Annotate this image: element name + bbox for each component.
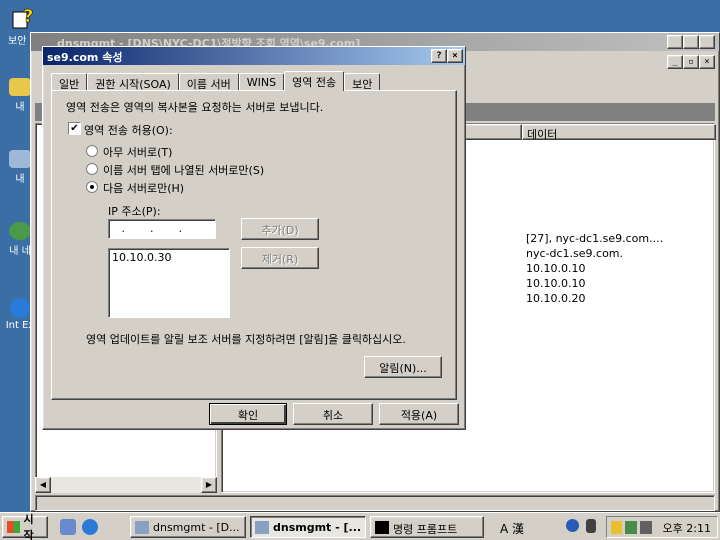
ok-button[interactable]: 확인 <box>209 403 287 425</box>
task-dnsmgmt-2[interactable]: dnsmgmt - [... <box>250 516 366 538</box>
record-data[interactable]: 10.10.0.10 <box>526 262 585 275</box>
tree-horizontal-scrollbar[interactable]: ◀ ▶ <box>35 477 217 493</box>
close-button[interactable]: × <box>699 35 715 49</box>
intro-text: 영역 전송은 영역의 복사본을 요청하는 서버로 보냅니다. <box>66 101 324 114</box>
start-button[interactable]: 시작 <box>2 513 48 540</box>
ie-quicklaunch-icon[interactable] <box>82 519 98 535</box>
zone-properties-dialog: se9.com 속성 ? × 일반 권한 시작(SOA) 이름 서버 WINS … <box>42 46 466 430</box>
notify-instruction-text: 영역 업데이트를 알릴 보조 서버를 지정하려면 [알림]을 클릭하십시오. <box>86 333 406 346</box>
tab-soa[interactable]: 권한 시작(SOA) <box>87 73 179 91</box>
child-close-button[interactable]: × <box>699 55 715 69</box>
scroll-left-button[interactable]: ◀ <box>35 477 51 493</box>
dialog-close-button[interactable]: × <box>447 49 463 63</box>
computer-icon <box>9 150 31 168</box>
allow-transfer-label[interactable]: 영역 전송 허용(O): <box>84 122 173 138</box>
mmc-app-icon <box>135 521 149 534</box>
network-tray-icon[interactable] <box>625 521 637 534</box>
ip-list-item[interactable]: 10.10.0.30 <box>112 251 226 264</box>
system-tray: 오후 2:11 <box>606 516 718 538</box>
radio-name-servers-tab[interactable] <box>86 163 98 175</box>
scroll-right-button[interactable]: ▶ <box>201 477 217 493</box>
network-globe-icon <box>9 222 31 240</box>
language-bar[interactable]: A 漢 <box>500 520 524 537</box>
tab-general[interactable]: 일반 <box>51 73 88 91</box>
remove-button[interactable]: 제거(R) <box>241 247 319 269</box>
ime-options-icon[interactable] <box>586 519 596 533</box>
minimize-button[interactable]: _ <box>667 35 683 49</box>
help-button[interactable]: ? <box>431 49 447 63</box>
command-prompt-icon <box>375 521 389 534</box>
show-desktop-icon[interactable] <box>60 519 76 535</box>
tab-zone-transfers[interactable]: 영역 전송 <box>284 71 345 91</box>
record-data[interactable]: nyc-dc1.se9.com. <box>526 247 623 260</box>
mmc-app-icon <box>255 521 269 534</box>
child-minimize-button[interactable]: _ <box>667 55 683 69</box>
maximize-button[interactable]: □ <box>683 35 699 49</box>
dialog-title: se9.com 속성 <box>47 51 123 64</box>
taskbar: 시작 dnsmgmt - [D... dnsmgmt - [... 명령 프롬프… <box>0 512 720 540</box>
notify-button[interactable]: 알림(N)... <box>364 356 442 378</box>
ip-address-list[interactable]: 10.10.0.30 <box>108 248 230 318</box>
record-data[interactable]: 10.10.0.10 <box>526 277 585 290</box>
cancel-button[interactable]: 취소 <box>293 403 373 425</box>
security-desktop-icon[interactable]: ? 보안 <box>4 2 44 47</box>
radio-any-server-label[interactable]: 아무 서버로(T) <box>103 144 172 160</box>
allow-transfer-checkbox[interactable]: ✔ <box>68 122 81 135</box>
ip-address-label: IP 주소(P): <box>108 205 161 218</box>
child-restore-button[interactable]: ▫ <box>683 55 699 69</box>
radio-following-servers[interactable] <box>86 181 98 193</box>
tab-wins[interactable]: WINS <box>238 73 285 91</box>
clock[interactable]: 오후 2:11 <box>663 520 711 536</box>
column-header-data[interactable]: 데이터 <box>522 124 716 141</box>
tab-name-servers[interactable]: 이름 서버 <box>178 73 239 91</box>
folder-icon <box>9 78 31 96</box>
record-data[interactable]: 10.10.0.20 <box>526 292 585 305</box>
help-file-icon: ? <box>9 2 39 30</box>
ip-address-input[interactable]: . . . <box>108 219 216 239</box>
record-data[interactable]: [27], nyc-dc1.se9.com.... <box>526 232 663 245</box>
apply-button[interactable]: 적용(A) <box>379 403 459 425</box>
windows-logo-icon <box>7 521 21 533</box>
volume-tray-icon[interactable] <box>640 521 652 534</box>
task-command-prompt[interactable]: 명령 프롬프트 <box>370 516 484 538</box>
help-circle-icon[interactable] <box>566 519 579 532</box>
security-shield-tray-icon[interactable] <box>611 521 622 534</box>
radio-any-server[interactable] <box>86 145 98 157</box>
tab-strip: 일반 권한 시작(SOA) 이름 서버 WINS 영역 전송 보안 <box>51 71 381 91</box>
mmc-status-bar <box>35 495 715 511</box>
tab-security[interactable]: 보안 <box>344 73 381 91</box>
svg-text:?: ? <box>23 6 33 27</box>
task-dnsmgmt-1[interactable]: dnsmgmt - [D... <box>130 516 246 538</box>
radio-name-servers-tab-label[interactable]: 이름 서버 탭에 나열된 서버로만(S) <box>103 162 264 178</box>
dialog-titlebar[interactable]: se9.com 속성 ? × <box>43 47 465 65</box>
add-button[interactable]: 추가(D) <box>241 218 319 240</box>
ie-icon <box>10 298 30 318</box>
zone-transfers-panel: 영역 전송은 영역의 복사본을 요청하는 서버로 보냅니다. ✔ 영역 전송 허… <box>51 90 457 400</box>
radio-following-servers-label[interactable]: 다음 서버로만(H) <box>103 180 184 196</box>
